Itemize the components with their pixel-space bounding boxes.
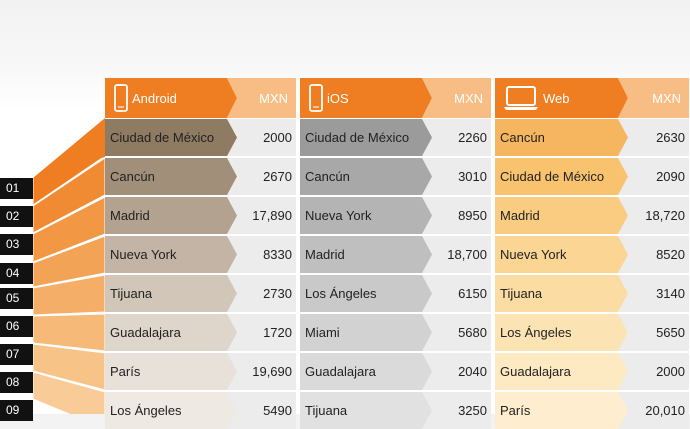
price-value: 6150 [458,286,487,301]
price-value: 2630 [656,130,685,145]
price-value: 3140 [656,286,685,301]
price-value: 8950 [458,208,487,223]
city-name: Madrid [305,247,345,262]
city-name: Guadalajara [305,364,376,379]
city-name: Cancún [110,169,155,184]
price-value: 2000 [656,364,685,379]
city-name: Guadalajara [110,325,181,340]
price-value: 20,010 [645,403,685,418]
price-value: 8520 [656,247,685,262]
city-name: Ciudad de México [500,169,605,184]
price-value: 18,720 [645,208,685,223]
city-name: Tijuana [500,286,543,301]
price-value: 5490 [263,403,292,418]
city-name: Los Ángeles [305,286,377,301]
header-android: Android MXN [105,78,296,118]
price-value: 2090 [656,169,685,184]
city-name: Madrid [110,208,150,223]
city-name: Ciudad de México [110,130,215,145]
city-name: Los Ángeles [110,403,182,418]
city-name: Los Ángeles [500,325,572,340]
header-currency-label: MXN [652,91,681,106]
header-platform-label: iOS [327,91,349,106]
price-value: 3250 [458,403,487,418]
city-name: Nueva York [305,208,372,223]
city-name: Nueva York [500,247,567,262]
city-name: París [500,403,531,418]
rank-label: 01 [0,178,33,199]
rank-label: 07 [0,344,33,365]
price-ranking-table: Android MXN iOS MXN Web MXN Ciudad de México 20… [0,0,690,429]
price-value: 18,700 [447,247,487,262]
header-platform-label: Android [132,91,177,106]
price-value: 5680 [458,325,487,340]
city-name: Tijuana [110,286,153,301]
header-currency-label: MXN [259,91,288,106]
price-value: 8330 [263,247,292,262]
rank-label: 02 [0,206,33,227]
rank-label: 05 [0,288,33,309]
header-ios: iOS MXN [300,78,491,118]
city-name: Miami [305,325,340,340]
city-name: Guadalajara [500,364,571,379]
rank-label: 03 [0,234,33,255]
phone-icon [309,84,323,112]
price-value: 2040 [458,364,487,379]
price-value: 2670 [263,169,292,184]
price-value: 19,690 [252,364,292,379]
rank-label: 04 [0,263,33,284]
city-name: París [110,364,141,379]
header-currency-label: MXN [454,91,483,106]
header-web: Web MXN [495,78,689,118]
city-name: Nueva York [110,247,177,262]
city-name: Tijuana [305,403,348,418]
price-value: 17,890 [252,208,292,223]
city-name: Cancún [305,169,350,184]
city-name: Madrid [500,208,540,223]
price-value: 2730 [263,286,292,301]
price-value: 2260 [458,130,487,145]
header-platform-label: Web [543,91,570,106]
price-value: 5650 [656,325,685,340]
rank-label: 09 [0,400,33,421]
price-value: 3010 [458,169,487,184]
rank-label: 06 [0,316,33,337]
phone-icon [114,84,128,112]
city-name: Cancún [500,130,545,145]
city-name: Ciudad de México [305,130,410,145]
price-value: 2000 [263,130,292,145]
rank-label: 08 [0,372,33,393]
laptop-icon [504,86,538,110]
price-value: 1720 [263,325,292,340]
